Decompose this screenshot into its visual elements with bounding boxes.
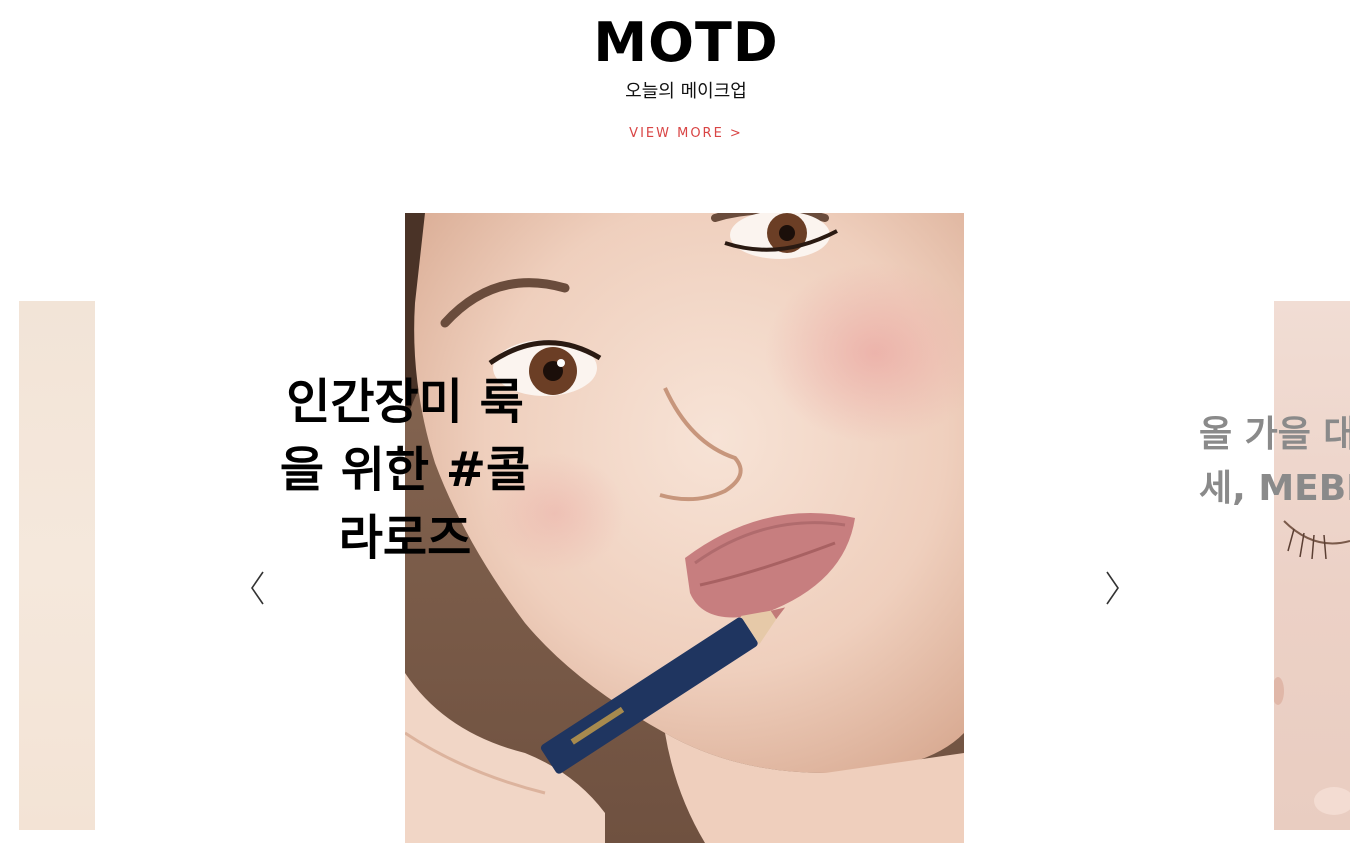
caption-line: 세, MEBB	[1199, 468, 1350, 509]
side-caption-clip: 올 가을 대 세, MEBB	[0, 0, 1350, 843]
chevron-left-icon	[251, 571, 264, 605]
slider-next-button[interactable]	[1101, 568, 1123, 608]
motd-section: MOTD 오늘의 메이크업 VIEW MORE > 인간장미 룩 을 위한 #콜…	[0, 0, 1372, 843]
slider-prev-button[interactable]	[247, 568, 269, 608]
chevron-right-icon	[1106, 571, 1119, 605]
next-slide-caption[interactable]: 올 가을 대 세, MEBB	[1199, 408, 1350, 516]
caption-line: 올 가을 대	[1199, 414, 1350, 455]
